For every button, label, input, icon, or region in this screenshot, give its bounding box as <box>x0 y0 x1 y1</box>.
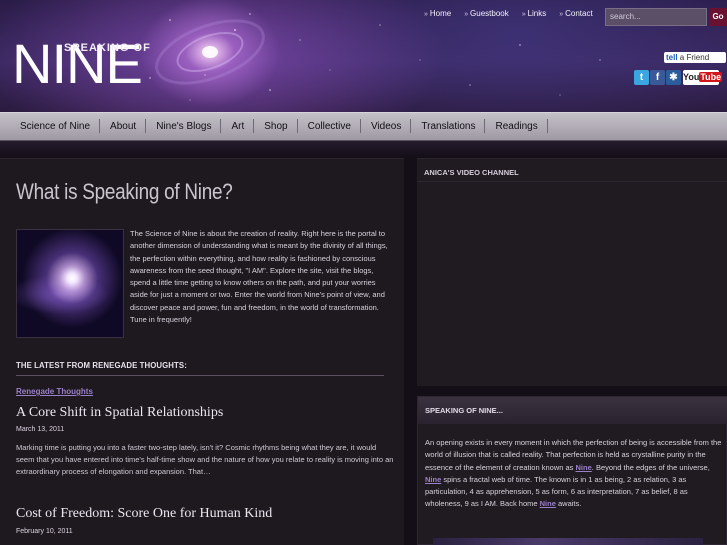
tell-icon: tell <box>666 53 678 62</box>
nav-item-science-of-nine[interactable]: Science of Nine <box>10 119 101 133</box>
top-link-guestbook[interactable]: Guestbook <box>464 9 509 18</box>
youtube-tube: Tube <box>699 72 723 82</box>
post-date: March 13, 2011 <box>16 426 65 433</box>
youtube-you: You <box>683 72 700 82</box>
intro-text: The Science of Nine is about the creatio… <box>130 229 388 325</box>
latest-heading: THE LATEST FROM RENEGADE THOUGHTS: <box>16 361 187 370</box>
search-go-button[interactable]: Go <box>709 8 727 26</box>
top-link-home[interactable]: Home <box>424 9 451 18</box>
site-header: NINE SPEAKING OF Home Guestbook Links Co… <box>0 0 727 112</box>
divider <box>16 375 384 376</box>
facebook-icon[interactable]: f <box>650 70 665 85</box>
main-content: What is Speaking of Nine? The Science of… <box>0 158 404 545</box>
nav-item-nines-blogs[interactable]: Nine's Blogs <box>146 119 222 133</box>
youtube-icon[interactable]: YouTube <box>683 70 723 85</box>
about-image <box>433 538 703 545</box>
divider <box>417 181 727 182</box>
nav-item-about[interactable]: About <box>100 119 147 133</box>
nine-link[interactable]: Nine <box>425 475 441 484</box>
nine-link[interactable]: Nine <box>540 499 556 508</box>
twitter-icon[interactable]: t <box>634 70 649 85</box>
about-text-part: awaits. <box>555 499 582 509</box>
nav-item-art[interactable]: Art <box>221 119 255 133</box>
nav-item-videos[interactable]: Videos <box>361 119 412 133</box>
video-channel-panel: ANICA'S VIDEO CHANNEL <box>417 158 727 386</box>
about-text-part: . Beyond the edges of the universe, <box>591 462 710 472</box>
post-title-link[interactable]: Cost of Freedom: Score One for Human Kin… <box>16 506 272 522</box>
about-heading: SPEAKING OF NINE... <box>425 406 503 415</box>
social-links: t f ✱ YouTube <box>634 70 723 85</box>
site-logo-subtitle: SPEAKING OF <box>64 42 151 54</box>
top-nav: Home Guestbook Links Contact <box>424 9 606 18</box>
post-date: February 10, 2011 <box>16 528 73 535</box>
tell-a-friend-button[interactable]: tell a Friend <box>664 52 726 63</box>
nav-item-shop[interactable]: Shop <box>254 119 298 133</box>
nine-link[interactable]: Nine <box>576 463 592 472</box>
main-nav: Science of Nine About Nine's Blogs Art S… <box>0 112 727 141</box>
post-excerpt: Marking time is putting you into a faste… <box>16 443 394 476</box>
about-text: An opening exists in every moment in whi… <box>425 437 723 511</box>
content-top-strip <box>0 141 727 157</box>
post-title-link[interactable]: A Core Shift in Spatial Relationships <box>16 405 223 421</box>
top-link-links[interactable]: Links <box>522 9 547 18</box>
video-channel-heading: ANICA'S VIDEO CHANNEL <box>424 168 519 177</box>
page-title: What is Speaking of Nine? <box>16 179 233 204</box>
tell-a-friend-label: a Friend <box>679 53 710 62</box>
myspace-icon[interactable]: ✱ <box>666 70 681 85</box>
top-link-contact[interactable]: Contact <box>559 9 593 18</box>
nav-item-readings[interactable]: Readings <box>485 119 549 133</box>
galaxy-image <box>16 229 124 338</box>
nav-item-collective[interactable]: Collective <box>298 119 362 133</box>
category-link-renegade-thoughts[interactable]: Renegade Thoughts <box>16 387 93 396</box>
nav-item-translations[interactable]: Translations <box>411 119 486 133</box>
about-panel: SPEAKING OF NINE... An opening exists in… <box>417 396 727 545</box>
search-input[interactable]: search... <box>605 8 707 26</box>
